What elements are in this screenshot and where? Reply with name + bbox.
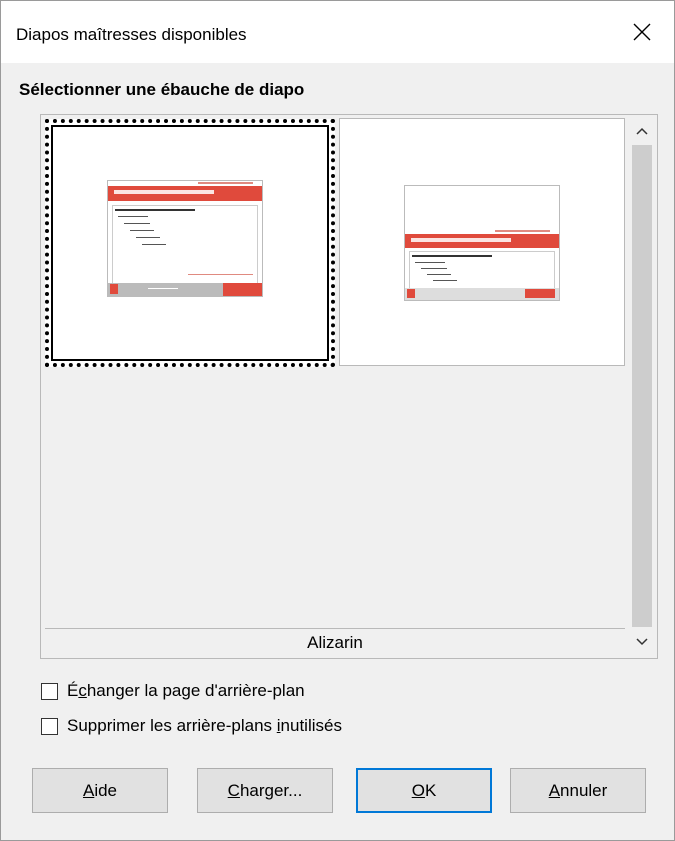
scrollbar-thumb[interactable] (632, 145, 652, 627)
delete-unused-label: Supprimer les arrière-plans inutilisés (67, 716, 342, 735)
vertical-scrollbar[interactable] (627, 115, 657, 658)
master-slides-dialog: Diapos maîtresses disponibles Sélectionn… (0, 0, 675, 841)
dialog-title: Diapos maîtresses disponibles (16, 25, 247, 44)
master-slides-view[interactable]: Alizarin (40, 114, 658, 659)
cancel-button[interactable]: Annuler (510, 768, 646, 813)
slide-preview (107, 180, 263, 297)
master-thumbnail-1[interactable] (45, 119, 335, 367)
status-separator (45, 628, 625, 629)
chevron-up-icon (636, 127, 648, 135)
ok-button[interactable]: OK (356, 768, 492, 813)
chevron-down-icon (636, 638, 648, 646)
title-bar: Diapos maîtresses disponibles (1, 1, 674, 63)
close-button[interactable] (610, 1, 674, 63)
scroll-down-button[interactable] (627, 628, 657, 656)
selected-master-name: Alizarin (307, 633, 363, 652)
help-button[interactable]: Aide (32, 768, 168, 813)
exchange-background-checkbox[interactable] (41, 682, 58, 700)
delete-unused-option[interactable]: Supprimer les arrière-plans inutilisés (41, 716, 342, 736)
section-label: Sélectionner une ébauche de diapo (19, 80, 305, 99)
delete-unused-checkbox[interactable] (41, 717, 58, 735)
load-button[interactable]: Charger... (197, 768, 333, 813)
close-icon (633, 23, 651, 41)
exchange-background-label: Échanger la page d'arrière-plan (67, 681, 305, 700)
slide-preview (404, 185, 560, 301)
scroll-up-button[interactable] (627, 117, 657, 145)
master-thumbnail-2[interactable] (339, 118, 625, 366)
exchange-background-option[interactable]: Échanger la page d'arrière-plan (41, 681, 305, 701)
